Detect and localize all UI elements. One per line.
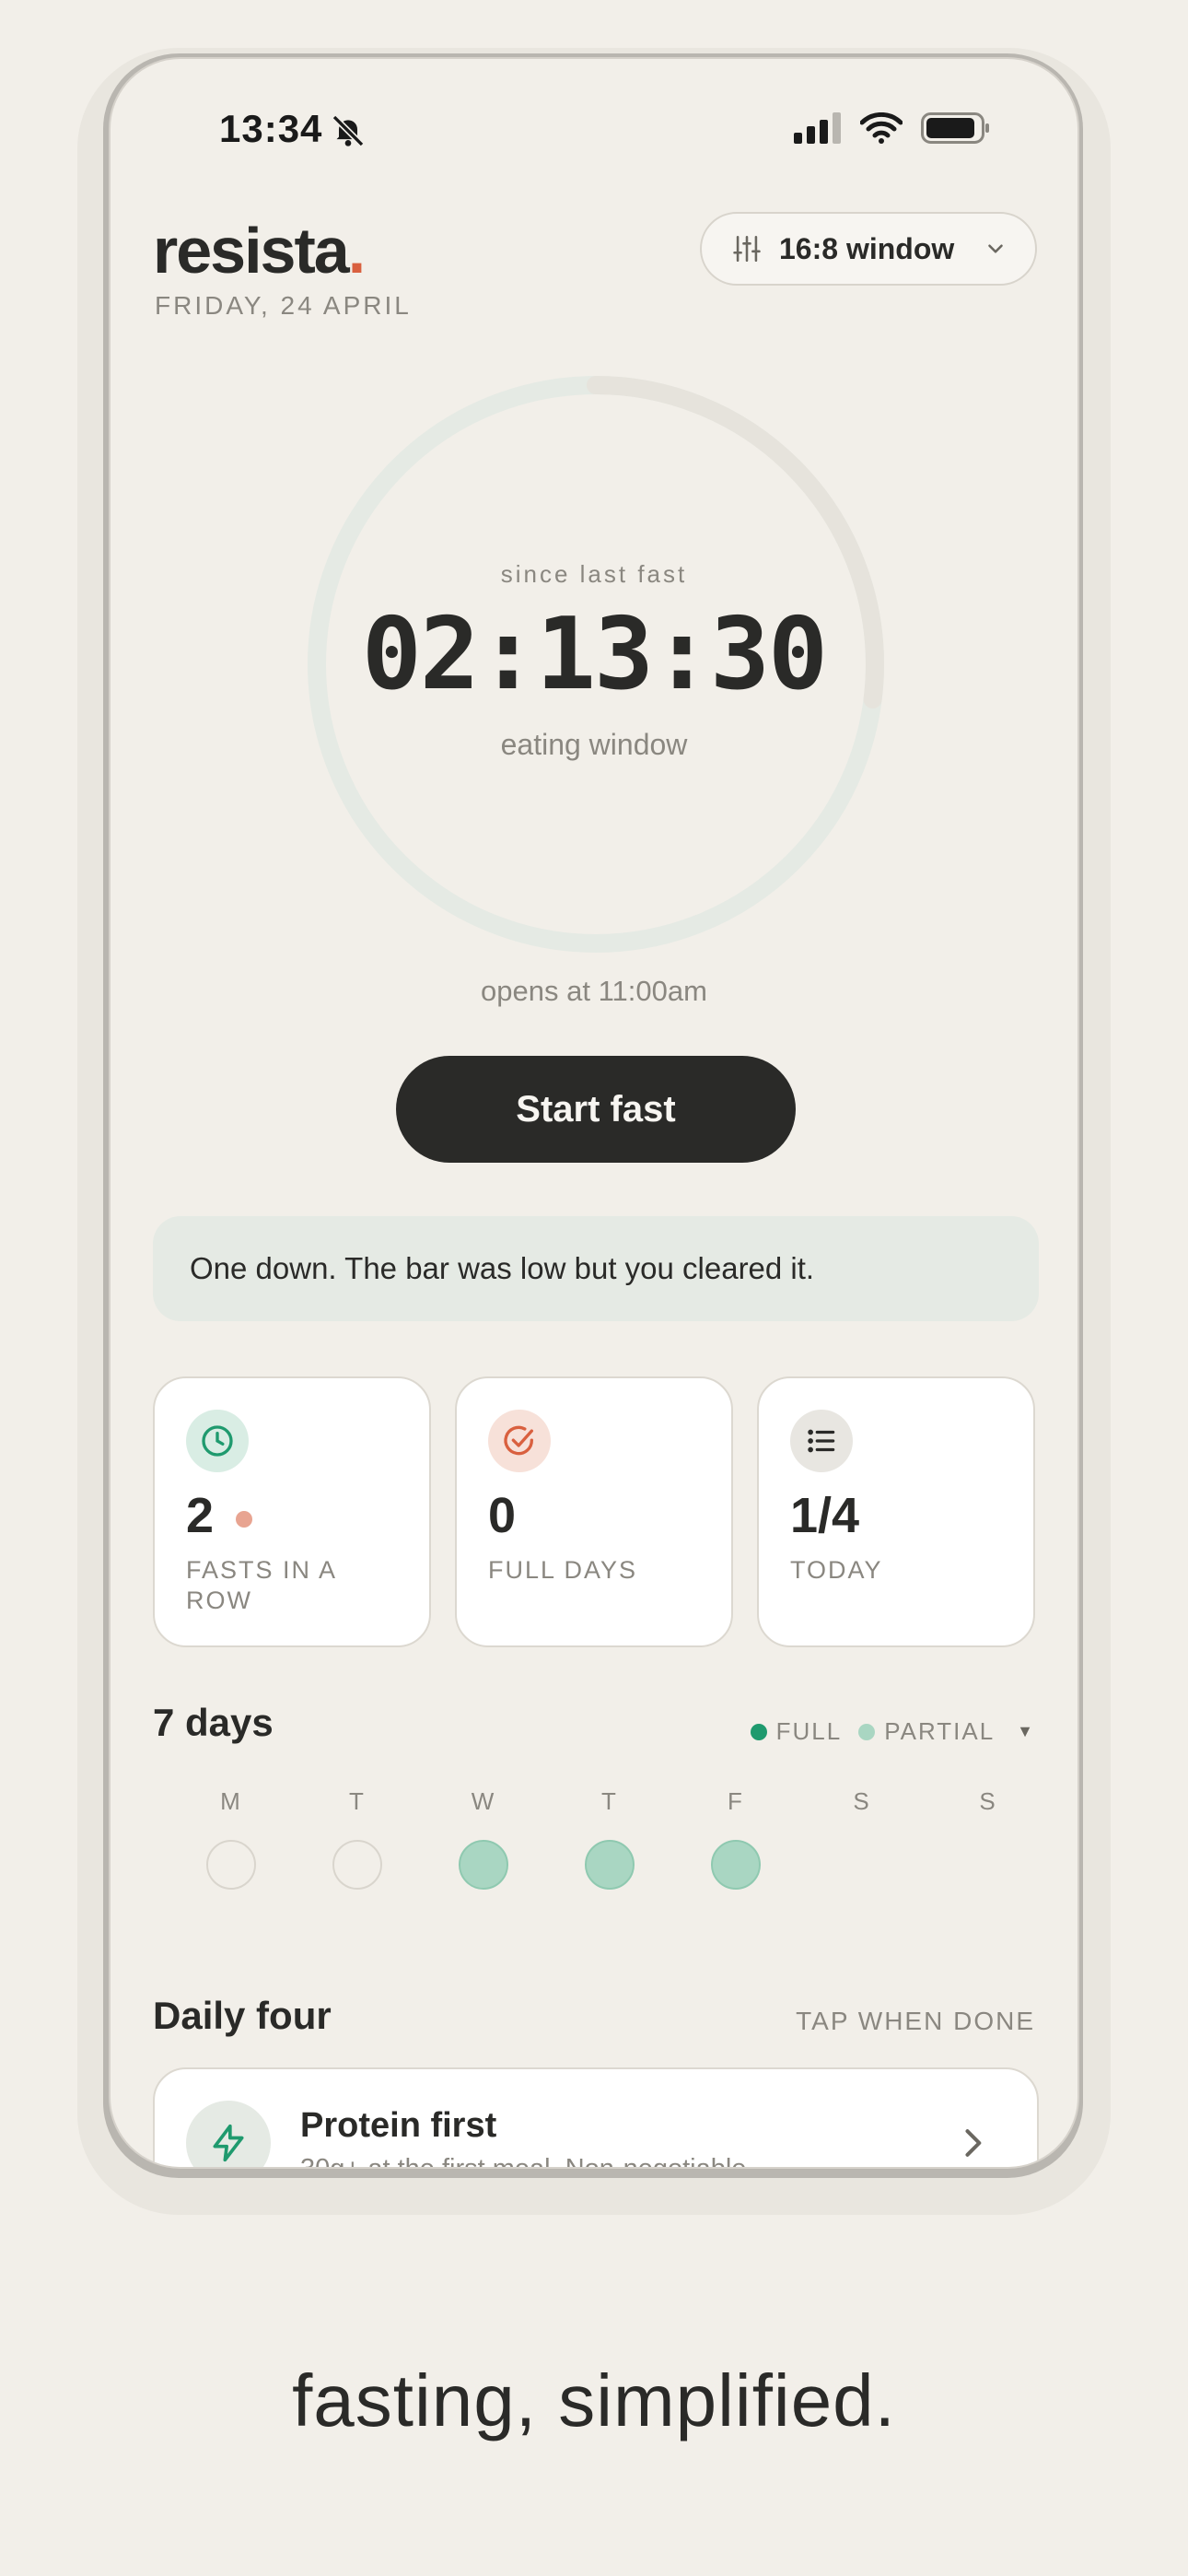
legend-full-dot: [750, 1723, 767, 1740]
day-status-dot: [459, 1840, 508, 1890]
stat-card-today: 1/4 TODAY: [757, 1376, 1035, 1647]
window-opens-text: opens at 11:00am: [481, 975, 707, 1007]
legend-partial-dot: [858, 1723, 876, 1740]
stat-value: 2: [186, 1488, 215, 1543]
bell-off-icon: [332, 114, 365, 147]
week-legend[interactable]: FULL PARTIAL ▼: [750, 1717, 1035, 1746]
chevron-right-icon: [965, 2129, 982, 2157]
day-status-dot: [332, 1840, 382, 1890]
day-saturday[interactable]: S: [811, 1787, 913, 1816]
marketing-tagline: fasting, simplified.: [292, 2359, 896, 2441]
motivation-message: One down. The bar was low but you cleare…: [153, 1216, 1039, 1321]
stat-value: 1/4: [790, 1488, 860, 1543]
status-time: 13:34: [219, 107, 323, 150]
day-friday[interactable]: F: [685, 1787, 786, 1890]
timer-value: 02:13:30: [361, 597, 828, 712]
day-status-dot: [585, 1840, 635, 1890]
stat-label: FASTS IN A ROW: [186, 1556, 336, 1614]
status-icons: [794, 112, 991, 144]
stat-card-streak: 2 FASTS IN A ROW: [153, 1376, 431, 1647]
check-circle-icon: [488, 1410, 551, 1472]
chevron-down-icon: [988, 244, 1004, 253]
daily-section-hint: TAP WHEN DONE: [796, 2007, 1035, 2035]
habit-card-protein-first[interactable]: Protein first 30g+ at the first meal. No…: [153, 2067, 1039, 2169]
habit-title: Protein first: [300, 2106, 497, 2145]
day-tuesday[interactable]: T: [307, 1787, 408, 1890]
day-thursday[interactable]: T: [559, 1787, 660, 1890]
week-section-title: 7 days: [153, 1701, 274, 1744]
signal-icon: [794, 112, 841, 144]
day-sunday[interactable]: S: [938, 1787, 1039, 1816]
window-selector-label: 16:8 window: [779, 231, 955, 265]
timer-caption: since last fast: [500, 560, 688, 588]
wifi-icon: [860, 112, 903, 144]
legend-partial-label: PARTIAL: [884, 1717, 996, 1745]
sliders-icon: [733, 235, 761, 263]
list-icon: [790, 1410, 853, 1472]
streak-indicator-dot: [236, 1511, 252, 1528]
lightning-icon: [186, 2101, 271, 2167]
day-status-dot: [711, 1840, 761, 1890]
daily-section-title: Daily four: [153, 1994, 332, 2037]
habit-description: 30g+ at the first meal. Non-negotiable.: [300, 2154, 754, 2169]
phone-screen: 13:34 resista. FRIDAY, 24 APRIL 16:8 win…: [109, 57, 1079, 2169]
clock-icon: [186, 1410, 249, 1472]
day-monday[interactable]: M: [181, 1787, 282, 1890]
caret-down-icon: ▼: [1017, 1722, 1035, 1740]
stat-label: FULL DAYS: [488, 1556, 638, 1584]
battery-icon: [921, 112, 989, 144]
week-days-row: M T W T F S S: [153, 1787, 1039, 1926]
current-date: FRIDAY, 24 APRIL: [155, 291, 412, 320]
window-selector-button[interactable]: 16:8 window: [700, 212, 1037, 286]
stat-label: TODAY: [790, 1556, 883, 1584]
legend-full-label: FULL: [775, 1717, 843, 1745]
timer-state: eating window: [500, 728, 688, 761]
brand-logo: resista.: [153, 215, 366, 287]
stat-card-full-days: 0 FULL DAYS: [455, 1376, 733, 1647]
status-bar: 13:34: [111, 107, 1077, 171]
day-status-dot: [206, 1840, 256, 1890]
start-fast-button[interactable]: Start fast: [396, 1056, 796, 1163]
stat-value: 0: [488, 1488, 517, 1543]
day-wednesday[interactable]: W: [433, 1787, 534, 1890]
